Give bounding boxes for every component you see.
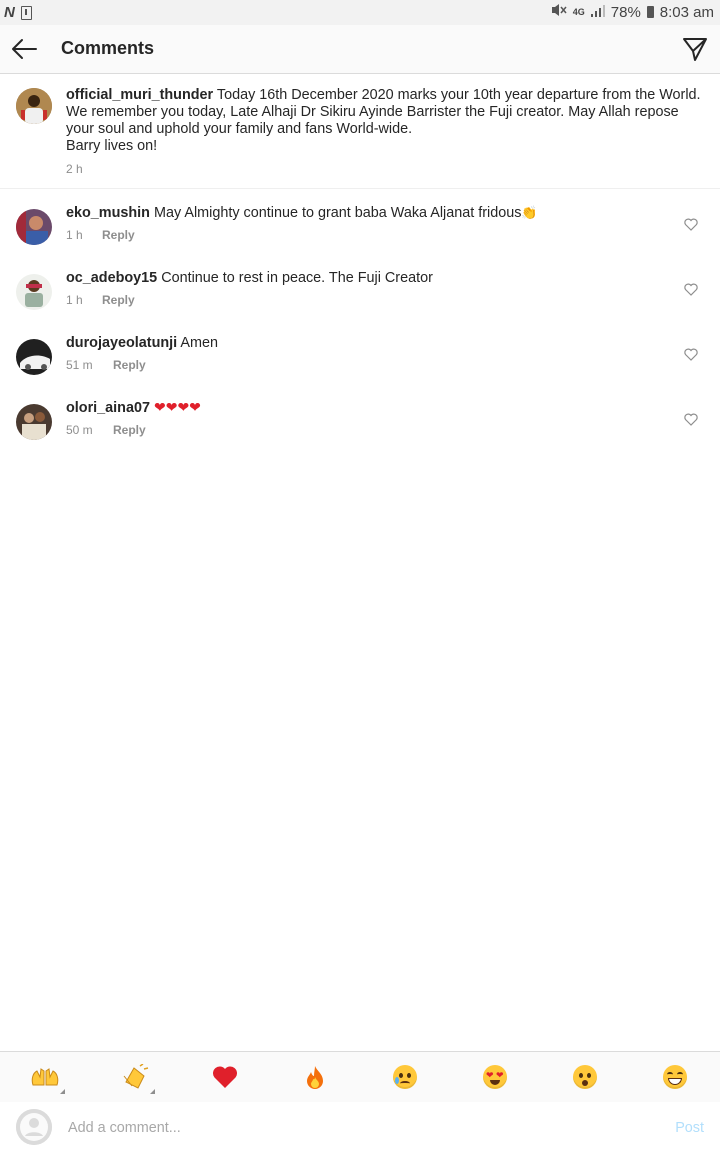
crying-face-icon[interactable] [389, 1062, 421, 1092]
like-heart-icon[interactable] [684, 218, 698, 231]
avatar[interactable] [16, 274, 52, 310]
page-title: Comments [61, 38, 155, 58]
battery-icon [646, 6, 654, 18]
clapping-hands-icon[interactable] [119, 1062, 155, 1094]
back-arrow-icon[interactable] [10, 37, 38, 61]
comment-username[interactable]: oc_adeboy15 [66, 270, 157, 286]
raised-hands-icon[interactable] [29, 1062, 65, 1094]
avatar[interactable] [16, 404, 52, 440]
avatar [16, 1109, 52, 1145]
like-heart-icon[interactable] [684, 413, 698, 426]
red-heart-icon[interactable] [209, 1062, 241, 1092]
caption-username[interactable]: official_muri_thunder [66, 87, 213, 103]
comment-body: May Almighty continue to grant baba Waka… [153, 205, 522, 221]
mute-icon [551, 3, 567, 21]
heart-eyes-face-icon[interactable]: ❤ ❤ [479, 1062, 511, 1092]
laughing-face-icon[interactable] [659, 1062, 691, 1092]
like-heart-icon[interactable] [684, 348, 698, 361]
post-caption: official_muri_thunder Today 16th Decembe… [0, 74, 720, 189]
signal-icon [590, 4, 605, 21]
comment-composer: Post [0, 1102, 720, 1152]
avatar[interactable] [16, 88, 52, 124]
comment-timestamp: 1 h [66, 228, 83, 242]
comment-meta: 1 h Reply [66, 293, 135, 307]
like-heart-icon[interactable] [684, 283, 698, 296]
status-left: N [4, 4, 32, 21]
comment-text: olori_aina07 ❤❤❤❤ [66, 400, 201, 416]
network-logo-icon: N [4, 4, 15, 21]
comment-text: oc_adeboy15 Continue to rest in peace. T… [66, 270, 433, 286]
reply-button[interactable]: Reply [113, 358, 146, 372]
data-4g-icon: 4G [572, 7, 585, 17]
comment-input[interactable] [66, 1112, 650, 1144]
clock: 8:03 am [659, 3, 714, 21]
comment-timestamp: 51 m [66, 358, 93, 372]
notification-icon [20, 5, 32, 20]
direct-send-icon[interactable] [682, 36, 708, 62]
comment-text: durojayeolatunji Amen [66, 335, 218, 351]
caption-body: official_muri_thunder Today 16th Decembe… [66, 87, 706, 155]
reply-button[interactable]: Reply [102, 293, 135, 307]
comment-text: eko_mushin May Almighty continue to gran… [66, 205, 538, 221]
comment-timestamp: 1 h [66, 293, 83, 307]
comment-item: olori_aina07 ❤❤❤❤ 50 m Reply [0, 394, 720, 454]
red-hearts-icon: ❤❤❤❤ [153, 400, 201, 416]
comment-meta: 1 h Reply [66, 228, 135, 242]
avatar[interactable] [16, 209, 52, 245]
battery-percent: 78% [610, 3, 641, 21]
comment-username[interactable]: eko_mushin [66, 205, 150, 221]
comment-timestamp: 50 m [66, 423, 93, 437]
comment-body: Continue to rest in peace. The Fuji Crea… [161, 270, 433, 286]
header-bar: Comments [0, 25, 720, 74]
reply-button[interactable]: Reply [113, 423, 146, 437]
surprised-face-icon[interactable] [569, 1062, 601, 1092]
comment-meta: 50 m Reply [66, 423, 146, 437]
comment-body: Amen [180, 335, 218, 351]
comment-item: eko_mushin May Almighty continue to gran… [0, 199, 720, 259]
comment-item: durojayeolatunji Amen 51 m Reply [0, 329, 720, 389]
post-button[interactable]: Post [675, 1120, 704, 1136]
caption-timestamp: 2 h [66, 162, 83, 176]
comment-meta: 51 m Reply [66, 358, 146, 372]
avatar[interactable] [16, 339, 52, 375]
status-bar: N 4G 78% 8:03 am [0, 0, 720, 25]
caption-text-line2: Barry lives on! [66, 138, 158, 154]
comment-username[interactable]: durojayeolatunji [66, 335, 177, 351]
emoji-quick-bar: ❤ ❤ [0, 1051, 720, 1103]
comment-username[interactable]: olori_aina07 [66, 400, 150, 416]
comment-item: oc_adeboy15 Continue to rest in peace. T… [0, 264, 720, 324]
fire-icon[interactable] [299, 1062, 331, 1092]
status-right: 4G 78% 8:03 am [551, 3, 714, 21]
clapping-hands-icon: 👏 [521, 206, 538, 221]
reply-button[interactable]: Reply [102, 228, 135, 242]
